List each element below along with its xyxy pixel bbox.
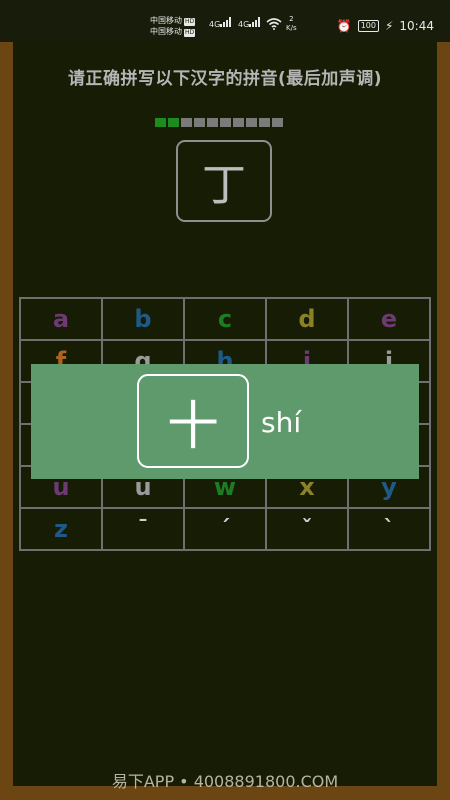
progress-cell bbox=[155, 118, 166, 127]
progress-cell bbox=[246, 118, 257, 127]
instruction-text: 请正确拼写以下汉字的拼音(最后加声调) bbox=[67, 69, 383, 89]
letter-key-e[interactable]: e bbox=[347, 297, 431, 341]
carrier-1-label: 中国移动 bbox=[150, 16, 182, 25]
status-bar: 中国移动 HD 中国移动 HD 4G 4G 2 K/s ⏰ 100 ⚡ 10:44 bbox=[0, 0, 450, 42]
letter-key-c[interactable]: c bbox=[183, 297, 267, 341]
signal-2-icon: 4G bbox=[238, 17, 261, 29]
wifi-icon bbox=[266, 18, 282, 32]
battery-icon: 100 bbox=[357, 20, 379, 32]
progress-cell bbox=[259, 118, 270, 127]
tone-key[interactable]: ˉ bbox=[101, 507, 185, 551]
keyboard-row: zˉˊˇˋ bbox=[19, 507, 431, 551]
progress-cell bbox=[220, 118, 231, 127]
progress-cell bbox=[233, 118, 244, 127]
signal-1-icon: 4G bbox=[209, 17, 232, 29]
letter-key-z[interactable]: z bbox=[19, 507, 103, 551]
watermark-text: 易下APP • 4008891800.COM bbox=[111, 772, 339, 791]
carrier-2-label: 中国移动 bbox=[150, 27, 182, 36]
tone-key[interactable]: ˊ bbox=[183, 507, 267, 551]
letter-key-a[interactable]: a bbox=[19, 297, 103, 341]
tone-key[interactable]: ˇ bbox=[265, 507, 349, 551]
alarm-icon: ⏰ bbox=[336, 19, 352, 33]
carrier-info: 中国移动 HD 中国移动 HD bbox=[150, 15, 196, 37]
right-status-group: ⏰ 100 ⚡ 10:44 bbox=[337, 19, 434, 33]
clock: 10:44 bbox=[399, 19, 434, 33]
hd-badge: HD bbox=[184, 18, 196, 26]
chalkboard: 请正确拼写以下汉字的拼音(最后加声调) 丁 abcdefghijklmnopqr… bbox=[13, 42, 437, 786]
progress-cell bbox=[168, 118, 179, 127]
progress-cell bbox=[194, 118, 205, 127]
target-character-box: 丁 bbox=[176, 140, 272, 222]
target-character: 丁 bbox=[202, 160, 246, 211]
letter-key-b[interactable]: b bbox=[101, 297, 185, 341]
popup-pinyin: shí bbox=[261, 406, 302, 439]
hd-badge: HD bbox=[184, 29, 196, 37]
popup-character: 十 bbox=[137, 374, 249, 468]
charging-icon: ⚡ bbox=[384, 19, 394, 33]
tone-key[interactable]: ˋ bbox=[347, 507, 431, 551]
progress-cell bbox=[181, 118, 192, 127]
answer-popup: 十 shí bbox=[31, 364, 419, 479]
network-speed: 2 K/s bbox=[286, 15, 297, 32]
progress-cell bbox=[207, 118, 218, 127]
progress-bar bbox=[155, 118, 283, 127]
letter-key-d[interactable]: d bbox=[265, 297, 349, 341]
keyboard-row: abcde bbox=[19, 297, 431, 341]
progress-cell bbox=[272, 118, 283, 127]
